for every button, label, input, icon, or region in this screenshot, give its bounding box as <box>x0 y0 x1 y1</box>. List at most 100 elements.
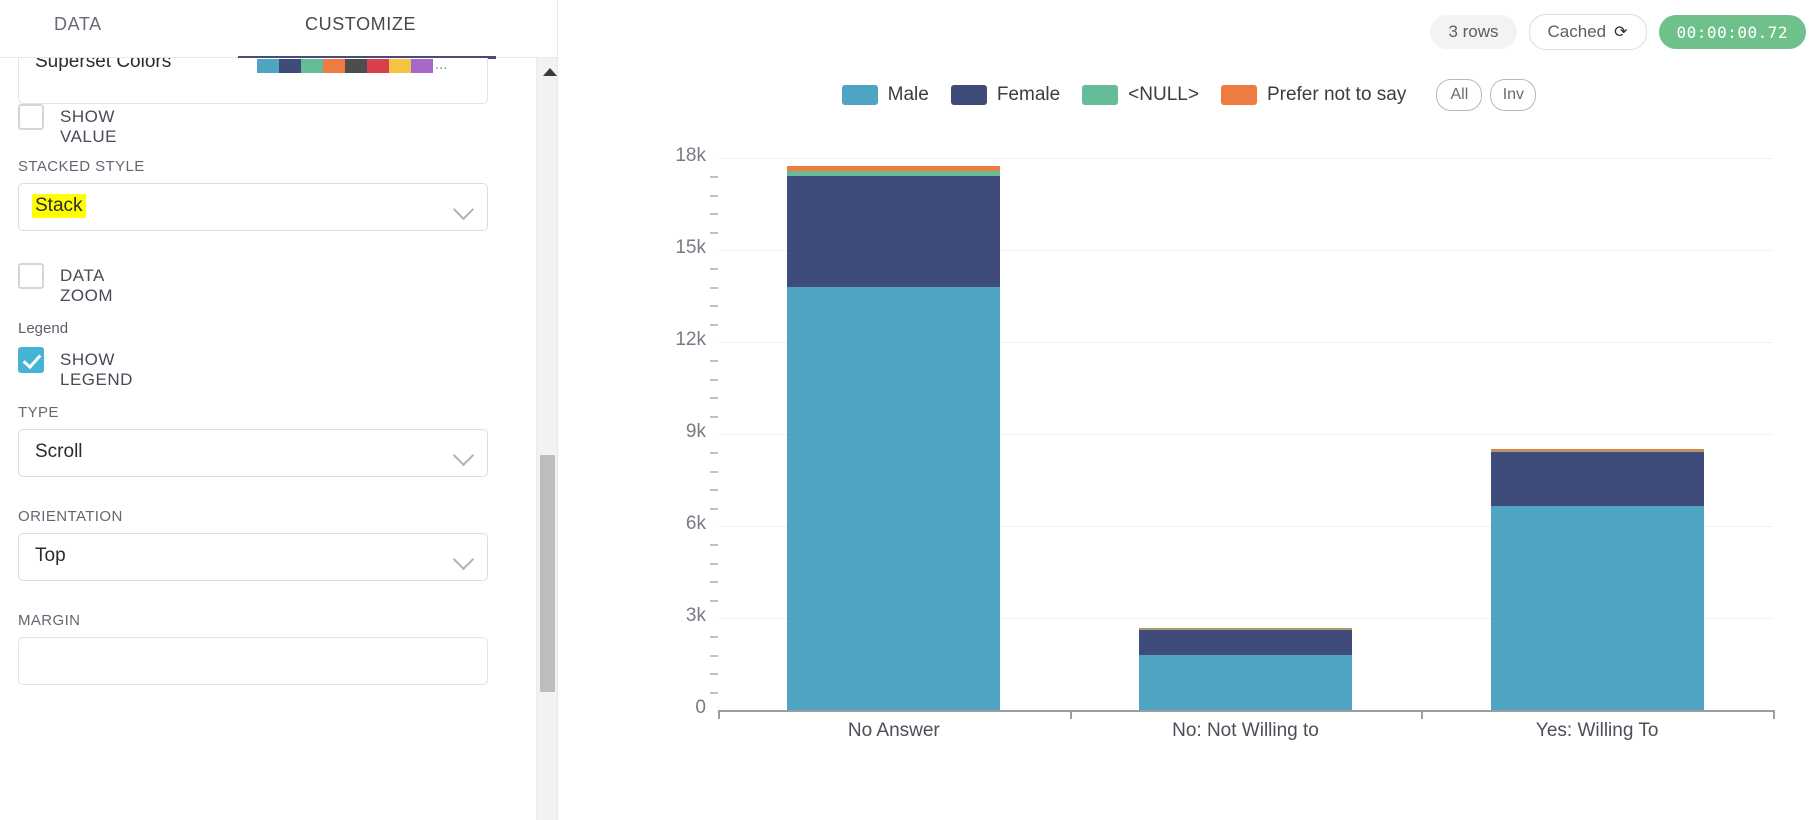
color-swatch <box>367 59 389 73</box>
scroll-up-arrow-icon[interactable] <box>543 68 557 76</box>
x-axis-line <box>718 710 1773 712</box>
x-axis-tick <box>1773 710 1775 719</box>
y-axis-minor-tick <box>710 305 718 308</box>
color-swatch <box>279 59 301 73</box>
color-scheme-select[interactable]: Superset Colors ... <box>18 58 488 104</box>
y-axis-minor-tick <box>710 378 718 381</box>
y-axis-tick-label: 18k <box>675 145 706 166</box>
y-axis-minor-tick <box>710 636 718 639</box>
chevron-down-icon <box>452 444 475 467</box>
panel-scroll-content: Superset Colors ... SHOW VALUE STACKED S… <box>0 58 535 820</box>
show-value-label: SHOW VALUE <box>60 107 117 146</box>
legend-section-label: Legend <box>18 320 69 337</box>
y-axis-tick-label: 12k <box>675 329 706 350</box>
y-axis-tick-label: 3k <box>685 605 706 626</box>
y-axis-minor-tick <box>710 544 718 547</box>
legend-margin-input[interactable] <box>18 637 488 685</box>
y-axis-minor-tick <box>710 452 718 455</box>
bar-segment <box>1490 450 1704 453</box>
y-axis-minor-tick <box>710 673 718 676</box>
legend-orientation-label: ORIENTATION <box>18 508 123 525</box>
color-swatch <box>323 59 345 73</box>
data-zoom-checkbox[interactable] <box>18 263 44 289</box>
bar-segment <box>1139 630 1352 655</box>
x-axis-category-label: No: Not Willing to <box>1172 720 1319 741</box>
color-swatch <box>411 59 433 73</box>
y-axis-minor-tick <box>710 654 718 657</box>
gridline <box>718 158 1773 159</box>
stacked-style-group: STACKED STYLE Stack <box>18 158 488 231</box>
data-zoom-label: DATA ZOOM <box>60 266 113 305</box>
show-legend-label: SHOW LEGEND <box>60 350 133 389</box>
y-axis-minor-tick <box>710 562 718 565</box>
y-axis-minor-tick <box>710 194 718 197</box>
bar-stack[interactable] <box>1139 628 1352 710</box>
color-swatch <box>345 59 367 73</box>
x-axis-category-label: No Answer <box>847 720 940 741</box>
bar-chart-plot: 0 3k 6k 9k 12k 15k 18k No Answer No: Not Willing… <box>558 0 1820 820</box>
y-axis-minor-tick <box>710 581 718 584</box>
bar-stack[interactable] <box>1490 448 1704 710</box>
bar-segment <box>1139 628 1352 630</box>
bar-stack[interactable] <box>787 165 1001 710</box>
chevron-down-icon <box>452 548 475 571</box>
panel-tabs: DATA CUSTOMIZE <box>0 0 557 58</box>
y-axis-minor-tick <box>710 268 718 271</box>
y-axis-tick-label: 0 <box>695 697 706 718</box>
x-axis-category-label: Yes: Willing To <box>1535 720 1659 741</box>
y-axis-minor-tick <box>710 470 718 473</box>
x-axis-tick <box>718 710 720 719</box>
x-axis-tick <box>1421 710 1424 719</box>
show-legend-row[interactable]: SHOW LEGEND <box>18 347 132 389</box>
legend-type-group: TYPE Scroll <box>18 404 488 477</box>
color-swatch <box>301 59 323 73</box>
legend-type-value: Scroll <box>35 441 83 462</box>
legend-section: Legend SHOW LEGEND <box>18 320 132 389</box>
legend-type-select[interactable]: Scroll <box>18 429 488 477</box>
y-axis-minor-tick <box>710 213 718 216</box>
panel-scrollbar-thumb[interactable] <box>540 455 555 692</box>
color-scheme-value: Superset Colors <box>35 58 172 72</box>
bar-segment <box>787 165 1001 172</box>
legend-margin-group: MARGIN <box>18 612 488 685</box>
y-axis-tick-label: 15k <box>675 237 706 258</box>
bar-segment <box>1490 452 1704 507</box>
bar-segment <box>787 171 1001 177</box>
x-axis-tick <box>1069 710 1072 719</box>
show-value-checkbox[interactable] <box>18 104 44 130</box>
color-swatch <box>257 59 279 73</box>
tab-customize[interactable]: CUSTOMIZE <box>305 14 416 35</box>
y-axis-minor-tick <box>710 360 718 363</box>
stacked-style-select[interactable]: Stack <box>18 183 488 231</box>
bar-segment <box>1490 506 1704 710</box>
y-axis-minor-tick <box>710 286 718 289</box>
color-scheme-swatches: ... <box>257 58 457 73</box>
color-swatch <box>389 59 411 73</box>
bar-segment <box>1139 654 1352 710</box>
legend-orientation-value: Top <box>35 545 66 566</box>
stacked-style-label: STACKED STYLE <box>18 158 145 175</box>
chart-area: 3 rows Cached ⟳ 00:00:00.72 Male Female … <box>558 0 1820 820</box>
y-axis-minor-tick <box>710 489 718 492</box>
tab-data[interactable]: DATA <box>54 14 102 35</box>
y-axis-minor-tick <box>710 176 718 179</box>
stacked-style-value: Stack <box>32 194 86 218</box>
chevron-down-icon <box>452 198 475 221</box>
legend-orientation-group: ORIENTATION Top <box>18 508 488 581</box>
bar-segment <box>787 176 1001 287</box>
y-axis-minor-tick <box>710 415 718 418</box>
y-axis-minor-tick <box>710 397 718 400</box>
legend-type-label: TYPE <box>18 404 59 421</box>
y-axis-minor-tick <box>710 507 718 510</box>
y-axis-minor-tick <box>710 231 718 234</box>
bar-segment <box>1139 629 1352 631</box>
bar-segment <box>1490 448 1704 451</box>
y-axis-minor-tick <box>710 691 718 694</box>
bar-segment <box>787 286 1001 710</box>
y-axis-minor-tick <box>710 599 718 602</box>
panel-scrollbar-track[interactable] <box>536 58 557 820</box>
show-legend-checkbox[interactable] <box>18 347 44 373</box>
y-axis-tick-label: 6k <box>685 513 706 534</box>
legend-orientation-select[interactable]: Top <box>18 533 488 581</box>
y-axis-tick-label: 9k <box>685 421 706 442</box>
